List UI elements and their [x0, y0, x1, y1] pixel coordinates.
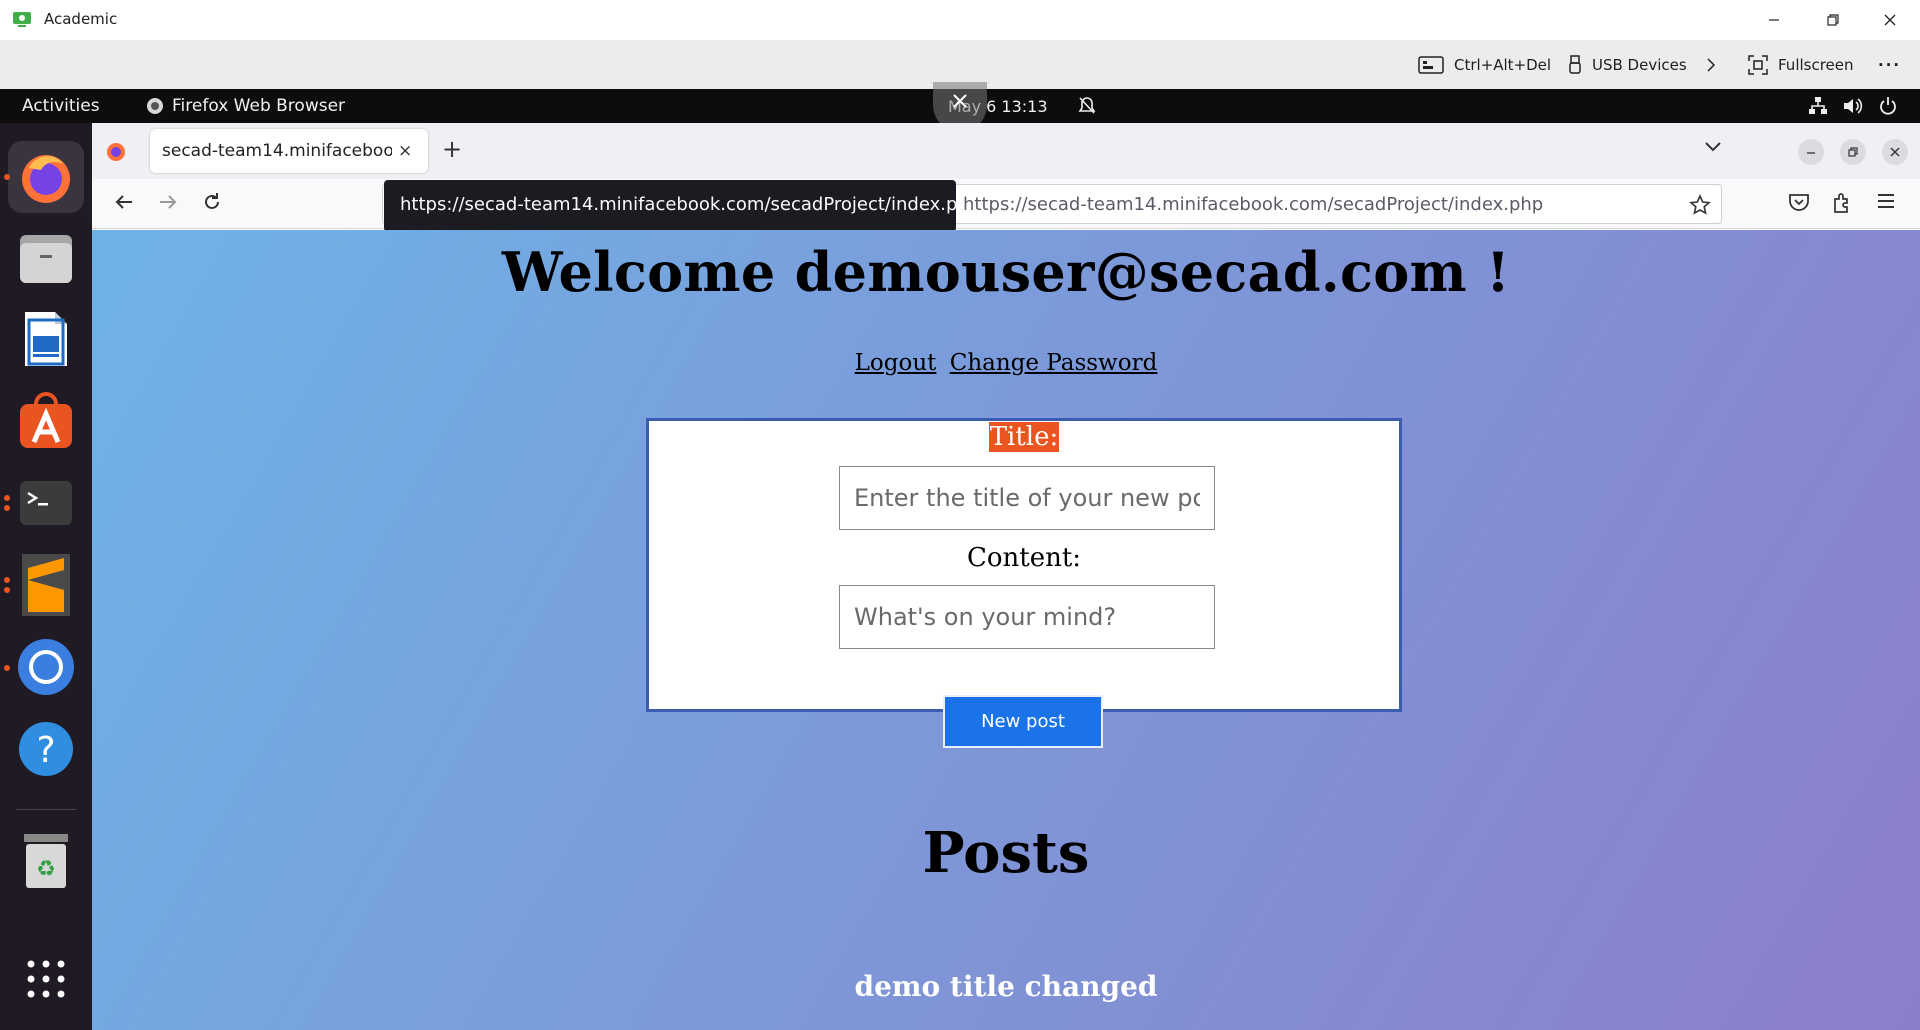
- dock-running-indicator: [4, 495, 10, 501]
- minimize-icon: [1807, 152, 1815, 154]
- extensions-icon[interactable]: [1832, 192, 1852, 214]
- chevron-right-icon: [1707, 58, 1716, 72]
- svg-text:♻: ♻: [36, 857, 56, 882]
- close-window-button[interactable]: [1872, 8, 1908, 32]
- close-icon: [1890, 147, 1900, 157]
- browser-minimize-button[interactable]: [1798, 139, 1824, 165]
- title-label-text: Title:: [988, 422, 1060, 452]
- fullscreen-icon: [1748, 55, 1768, 75]
- notification-bell-icon: [1078, 97, 1096, 114]
- dock-help[interactable]: ?: [8, 713, 84, 785]
- restore-button[interactable]: [1815, 8, 1851, 32]
- dock-running-indicator: [4, 174, 10, 180]
- sublime-text-icon: [22, 554, 70, 616]
- account-links: Logout Change Password: [92, 350, 1920, 376]
- svg-text:?: ?: [36, 730, 55, 771]
- dock-running-indicator: [4, 505, 10, 511]
- files-icon: [20, 235, 72, 283]
- dock-chromium[interactable]: [8, 631, 84, 703]
- minimize-icon: [1769, 19, 1779, 21]
- new-tab-button[interactable]: +: [442, 135, 462, 163]
- dock-sublime[interactable]: [8, 549, 84, 621]
- dock-writer[interactable]: [8, 303, 84, 375]
- usb-devices-label: USB Devices: [1592, 56, 1687, 74]
- pocket-icon[interactable]: [1788, 192, 1810, 212]
- chromium-icon: [18, 639, 74, 695]
- minimize-button[interactable]: [1756, 8, 1792, 32]
- keyboard-icon: [1418, 56, 1444, 74]
- hamburger-menu-icon[interactable]: [1876, 192, 1896, 210]
- content-input[interactable]: [839, 585, 1215, 649]
- fullscreen-label: Fullscreen: [1778, 56, 1854, 74]
- toolbar-chevron-button[interactable]: [1706, 53, 1726, 77]
- app-menu[interactable]: Firefox Web Browser: [146, 96, 345, 116]
- list-all-tabs-icon[interactable]: [1704, 141, 1722, 153]
- close-icon: [1884, 14, 1896, 26]
- change-password-link[interactable]: Change Password: [950, 350, 1158, 376]
- browser-tab-strip: secad-team14.minifacebook.com × +: [92, 123, 1920, 179]
- browser-restore-button[interactable]: [1840, 139, 1866, 165]
- dock-running-indicator: [4, 577, 10, 583]
- browser-tab[interactable]: secad-team14.minifacebook.com ×: [150, 129, 428, 173]
- forward-arrow-icon[interactable]: [158, 192, 178, 212]
- bookmark-star-icon[interactable]: [1689, 194, 1711, 216]
- page-viewport: Welcome demouser@secad.com ! Logout Chan…: [92, 230, 1920, 1030]
- power-icon[interactable]: [1878, 96, 1898, 116]
- more-options-button[interactable]: ···: [1878, 53, 1901, 77]
- reload-icon[interactable]: [202, 192, 222, 212]
- firefox-icon: [22, 155, 70, 203]
- usb-icon: [1569, 55, 1581, 74]
- url-text: https://secad-team14.minifacebook.com/se…: [963, 194, 1544, 215]
- app-store-icon: [20, 392, 72, 448]
- restore-icon: [1827, 14, 1839, 26]
- network-icon[interactable]: [1808, 96, 1828, 116]
- dock-files[interactable]: [8, 223, 84, 295]
- tab-title: secad-team14.minifacebook.com: [162, 141, 392, 161]
- trash-icon: ♻: [24, 834, 68, 888]
- help-icon: ?: [19, 722, 73, 776]
- usb-devices-button[interactable]: USB Devices: [1568, 53, 1687, 77]
- dock: ? ♻: [0, 123, 92, 1030]
- new-post-button[interactable]: New post: [943, 695, 1103, 748]
- dock-trash[interactable]: ♻: [8, 825, 84, 897]
- firefox-view-icon[interactable]: [106, 142, 126, 162]
- content-label: Content:: [966, 543, 1082, 573]
- remote-desktop-icon: [13, 12, 31, 27]
- url-tooltip: https://secad-team14.minifacebook.com/se…: [384, 180, 956, 232]
- more-icon: ···: [1878, 56, 1902, 74]
- host-window-title: Academic: [44, 10, 118, 28]
- restore-icon: [1848, 147, 1858, 157]
- document-writer-icon: [25, 312, 67, 366]
- browser-nav-bar: https://secad-team14.minifacebook.com/se…: [92, 179, 1920, 229]
- app-menu-label: Firefox Web Browser: [172, 96, 346, 116]
- dock-separator: [16, 809, 76, 810]
- app-grid-icon: [27, 960, 65, 998]
- dock-software[interactable]: [8, 385, 84, 457]
- dock-running-indicator: [4, 665, 10, 671]
- fullscreen-button[interactable]: Fullscreen: [1748, 53, 1854, 77]
- dock-terminal[interactable]: [8, 467, 84, 539]
- activities-button[interactable]: Activities: [22, 96, 100, 116]
- ctrl-alt-del-label: Ctrl+Alt+Del: [1454, 56, 1552, 74]
- host-titlebar: Academic: [0, 0, 1920, 40]
- back-arrow-icon[interactable]: [114, 192, 134, 212]
- ctrl-alt-del-button[interactable]: Ctrl+Alt+Del: [1418, 53, 1551, 77]
- tab-close-icon[interactable]: ×: [398, 141, 412, 161]
- logout-link[interactable]: Logout: [855, 350, 937, 376]
- terminal-icon: [20, 481, 72, 525]
- overlay-close-icon[interactable]: [952, 93, 968, 109]
- show-applications-button[interactable]: [8, 943, 84, 1015]
- new-post-form: Title: Content:: [646, 418, 1402, 712]
- post-title: demo title changed: [854, 970, 1158, 1003]
- firefox-small-icon: [147, 98, 163, 114]
- volume-icon[interactable]: [1842, 96, 1864, 116]
- welcome-heading: Welcome demouser@secad.com !: [501, 240, 1511, 304]
- dock-firefox[interactable]: [8, 141, 84, 213]
- dock-running-indicator: [4, 587, 10, 593]
- title-input[interactable]: [839, 466, 1215, 530]
- browser-close-button[interactable]: [1882, 139, 1908, 165]
- title-label: Title:: [649, 422, 1399, 452]
- posts-heading: Posts: [922, 820, 1090, 886]
